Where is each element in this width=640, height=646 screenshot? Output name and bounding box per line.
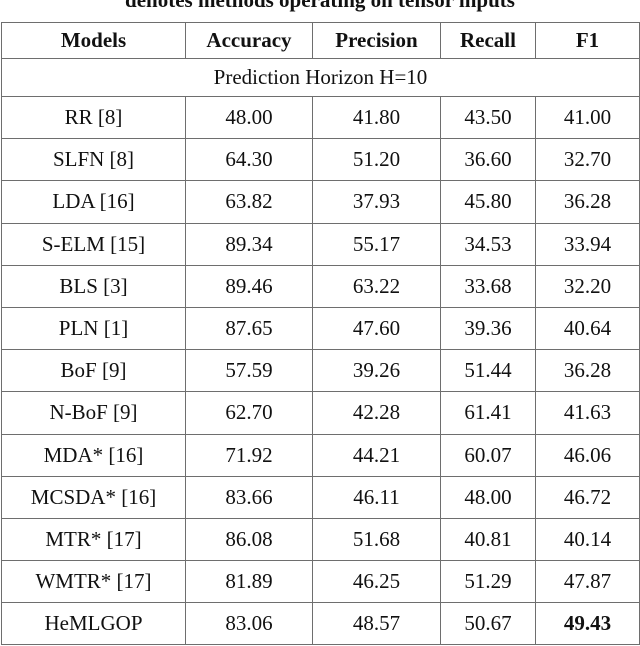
cell-accuracy: 57.59 — [185, 349, 313, 393]
cell-precision: 41.80 — [312, 95, 441, 140]
cell-recall: 34.53 — [440, 222, 536, 266]
cell-precision: 44.21 — [312, 433, 441, 477]
table-row: MDA* [16] 71.92 44.21 60.07 46.06 — [1, 433, 640, 477]
cell-model: HeMLGOP — [1, 602, 186, 646]
cell-f1: 41.63 — [535, 391, 640, 435]
cell-recall: 61.41 — [440, 391, 536, 435]
cell-f1: 49.43 — [535, 602, 640, 646]
cell-precision: 46.11 — [312, 475, 441, 519]
cell-accuracy: 48.00 — [185, 95, 313, 140]
cell-f1: 40.14 — [535, 517, 640, 562]
cell-accuracy: 83.66 — [185, 475, 313, 519]
cell-model: LDA [16] — [1, 180, 186, 224]
table-row: RR [8] 48.00 41.80 43.50 41.00 — [1, 95, 640, 140]
cell-f1: 46.06 — [535, 433, 640, 477]
cell-precision: 48.57 — [312, 602, 441, 646]
cell-precision: 37.93 — [312, 180, 441, 224]
cell-recall: 45.80 — [440, 180, 536, 224]
cell-recall: 40.81 — [440, 517, 536, 562]
cell-model: MDA* [16] — [1, 433, 186, 477]
cell-precision: 51.20 — [312, 138, 441, 182]
cell-precision: 51.68 — [312, 517, 441, 562]
cell-model: S-ELM [15] — [1, 222, 186, 266]
cell-f1: 46.72 — [535, 475, 640, 519]
header-row: Models Accuracy Precision Recall F1 — [1, 22, 640, 59]
cell-accuracy: 63.82 — [185, 180, 313, 224]
cell-accuracy: 62.70 — [185, 391, 313, 435]
cell-accuracy: 86.08 — [185, 517, 313, 562]
header-precision: Precision — [312, 22, 441, 59]
table-row: HeMLGOP 83.06 48.57 50.67 49.43 — [1, 602, 640, 646]
cell-recall: 60.07 — [440, 433, 536, 477]
cell-model: SLFN [8] — [1, 138, 186, 182]
table-row: WMTR* [17] 81.89 46.25 51.29 47.87 — [1, 560, 640, 604]
header-f1: F1 — [535, 22, 640, 59]
cell-model: MTR* [17] — [1, 517, 186, 562]
cell-accuracy: 81.89 — [185, 560, 313, 604]
table-row: S-ELM [15] 89.34 55.17 34.53 33.94 — [1, 222, 640, 266]
cell-precision: 47.60 — [312, 306, 441, 351]
cell-precision: 55.17 — [312, 222, 441, 266]
results-table: Models Accuracy Precision Recall F1 Pred… — [1, 22, 640, 646]
cell-model: RR [8] — [1, 95, 186, 140]
cell-accuracy: 89.46 — [185, 264, 313, 308]
cell-recall: 43.50 — [440, 95, 536, 140]
cell-model: N-BoF [9] — [1, 391, 186, 435]
cell-accuracy: 71.92 — [185, 433, 313, 477]
cell-recall: 33.68 — [440, 264, 536, 308]
table-caption: denotes methods operating on tensor inpu… — [125, 0, 515, 12]
table-row: LDA [16] 63.82 37.93 45.80 36.28 — [1, 180, 640, 224]
cell-model: BLS [3] — [1, 264, 186, 308]
cell-recall: 51.44 — [440, 349, 536, 393]
cell-recall: 39.36 — [440, 306, 536, 351]
section-row: Prediction Horizon H=10 — [1, 58, 640, 97]
table-row: PLN [1] 87.65 47.60 39.36 40.64 — [1, 306, 640, 351]
cell-f1: 36.28 — [535, 349, 640, 393]
header-recall: Recall — [440, 22, 536, 59]
cell-recall: 51.29 — [440, 560, 536, 604]
cell-f1: 32.20 — [535, 264, 640, 308]
cell-f1: 40.64 — [535, 306, 640, 351]
table-row: SLFN [8] 64.30 51.20 36.60 32.70 — [1, 138, 640, 182]
cell-accuracy: 89.34 — [185, 222, 313, 266]
table-row: BLS [3] 89.46 63.22 33.68 32.20 — [1, 264, 640, 308]
table-row: BoF [9] 57.59 39.26 51.44 36.28 — [1, 349, 640, 393]
table-row: MTR* [17] 86.08 51.68 40.81 40.14 — [1, 517, 640, 562]
cell-f1: 36.28 — [535, 180, 640, 224]
cell-model: WMTR* [17] — [1, 560, 186, 604]
table-row: N-BoF [9] 62.70 42.28 61.41 41.63 — [1, 391, 640, 435]
cell-f1: 32.70 — [535, 138, 640, 182]
cell-f1: 33.94 — [535, 222, 640, 266]
header-accuracy: Accuracy — [185, 22, 313, 59]
cell-precision: 63.22 — [312, 264, 441, 308]
header-models: Models — [1, 22, 186, 59]
cell-accuracy: 87.65 — [185, 306, 313, 351]
table-row: MCSDA* [16] 83.66 46.11 48.00 46.72 — [1, 475, 640, 519]
cell-model: MCSDA* [16] — [1, 475, 186, 519]
cell-recall: 36.60 — [440, 138, 536, 182]
cell-f1: 41.00 — [535, 95, 640, 140]
section-label: Prediction Horizon H=10 — [1, 58, 640, 97]
cell-precision: 39.26 — [312, 349, 441, 393]
cell-recall: 48.00 — [440, 475, 536, 519]
cell-precision: 46.25 — [312, 560, 441, 604]
cell-precision: 42.28 — [312, 391, 441, 435]
cell-recall: 50.67 — [440, 602, 536, 646]
cell-model: PLN [1] — [1, 306, 186, 351]
cell-model: BoF [9] — [1, 349, 186, 393]
cell-accuracy: 83.06 — [185, 602, 313, 646]
cell-f1: 47.87 — [535, 560, 640, 604]
cell-accuracy: 64.30 — [185, 138, 313, 182]
